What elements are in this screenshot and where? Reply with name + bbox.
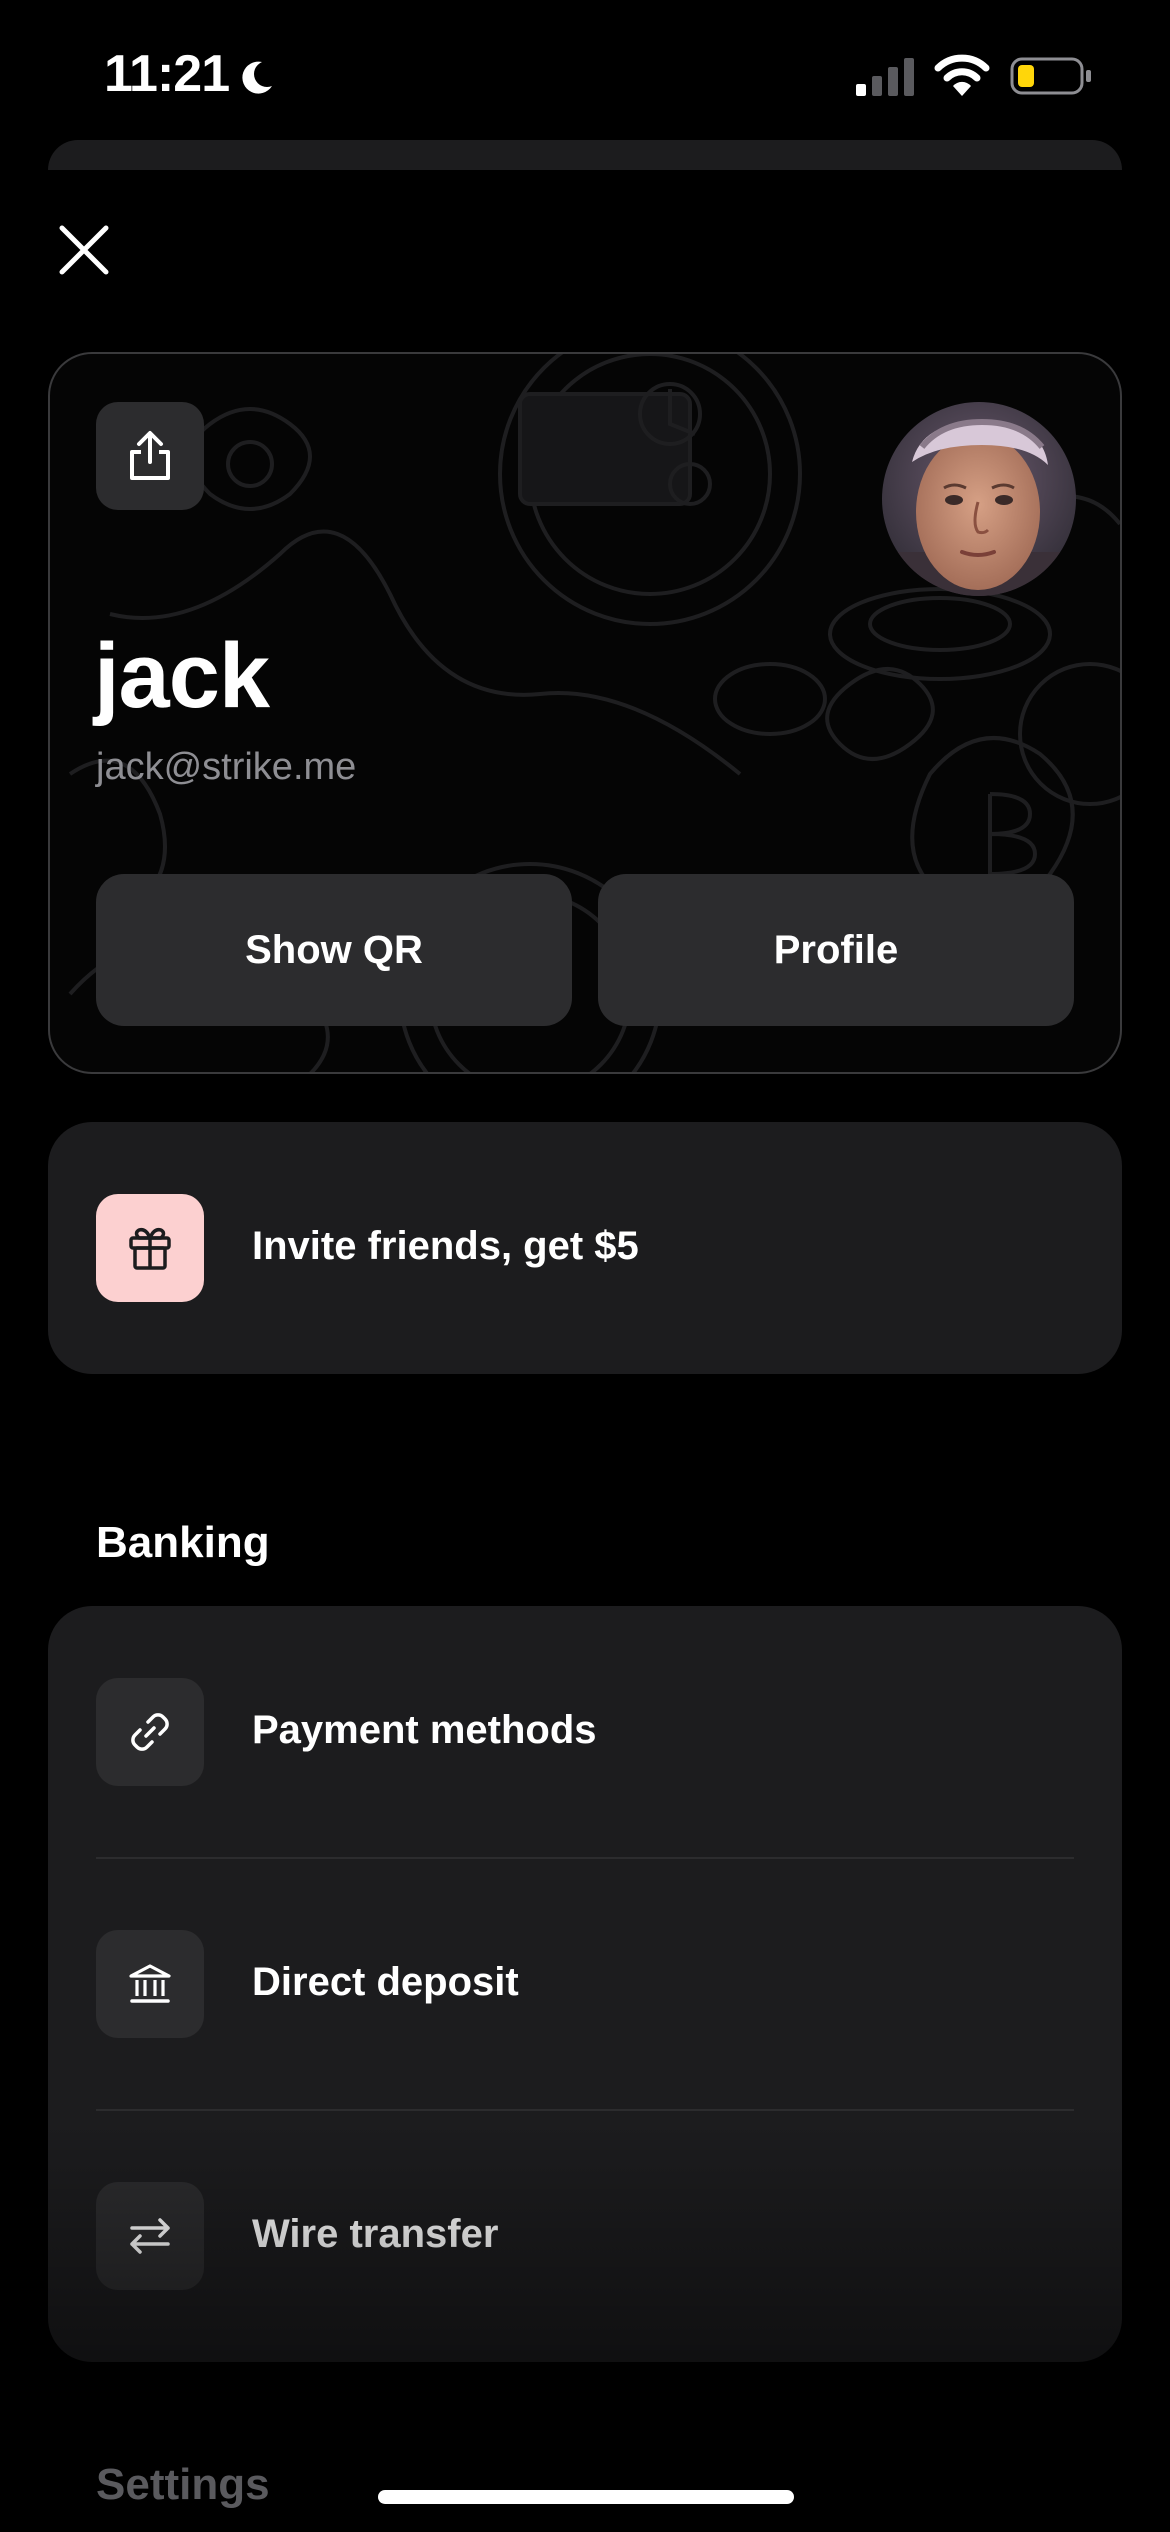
profile-name: jack bbox=[94, 625, 270, 727]
banking-card: Payment methods Direct deposit Wire tran… bbox=[48, 1606, 1122, 2362]
transfer-icon-tile bbox=[96, 2182, 204, 2290]
cellular-signal-icon bbox=[856, 58, 914, 96]
direct-deposit-row[interactable]: Direct deposit bbox=[48, 1858, 1122, 2110]
close-icon[interactable] bbox=[56, 222, 112, 278]
invite-friends-row[interactable]: Invite friends, get $5 bbox=[48, 1122, 1122, 1374]
avatar-photo bbox=[882, 402, 1076, 596]
battery-icon bbox=[1010, 57, 1091, 95]
bank-icon bbox=[129, 1964, 171, 2003]
gift-icon bbox=[129, 1227, 171, 1270]
invite-friends-label: Invite friends, get $5 bbox=[252, 1224, 639, 1268]
link-icon-tile bbox=[96, 1678, 204, 1786]
bank-icon-tile bbox=[96, 1930, 204, 2038]
moon-icon bbox=[242, 61, 272, 94]
banking-section-title: Banking bbox=[96, 1518, 270, 1567]
transfer-arrows-icon bbox=[130, 2218, 170, 2254]
settings-section-title: Settings bbox=[96, 2460, 270, 2509]
wire-transfer-row[interactable]: Wire transfer bbox=[48, 2110, 1122, 2362]
account-screen: 11:21 jack jack@strike.me Show QR Profil… bbox=[0, 0, 1170, 2532]
gift-icon-tile bbox=[96, 1194, 204, 1302]
profile-email: jack@strike.me bbox=[96, 746, 357, 788]
payment-methods-row[interactable]: Payment methods bbox=[48, 1606, 1122, 1858]
profile-button[interactable]: Profile bbox=[598, 874, 1074, 1026]
home-indicator[interactable] bbox=[378, 2490, 794, 2504]
profile-card: jack jack@strike.me Show QR Profile bbox=[48, 352, 1122, 1074]
avatar[interactable] bbox=[882, 402, 1076, 596]
direct-deposit-label: Direct deposit bbox=[252, 1960, 519, 2004]
payment-methods-label: Payment methods bbox=[252, 1708, 597, 1752]
share-button[interactable] bbox=[96, 402, 204, 510]
link-icon bbox=[131, 1713, 169, 1751]
wifi-icon bbox=[934, 54, 990, 96]
sheet-edge bbox=[48, 140, 1122, 170]
share-icon bbox=[130, 431, 170, 480]
status-time: 11:21 bbox=[104, 45, 230, 103]
wire-transfer-label: Wire transfer bbox=[252, 2212, 499, 2256]
show-qr-button[interactable]: Show QR bbox=[96, 874, 572, 1026]
status-bar: 11:21 bbox=[0, 0, 1170, 150]
